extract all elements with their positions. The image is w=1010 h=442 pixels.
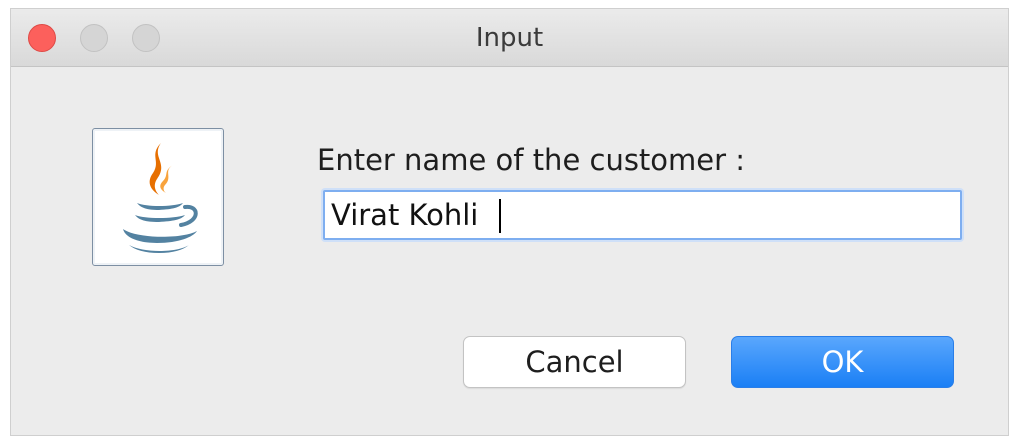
customer-name-input[interactable] [323,190,962,240]
java-coffee-cup-icon [92,128,224,266]
dialog-content: Enter name of the customer : Cancel OK [11,67,1008,435]
window-title: Input [475,23,544,53]
ok-button[interactable]: OK [731,336,954,388]
title-bar[interactable]: Input [11,9,1008,67]
cancel-button[interactable]: Cancel [463,336,686,388]
text-caret [499,199,501,233]
input-dialog-window: Input Enter name of the customer : Cance… [10,8,1009,436]
prompt-label: Enter name of the customer : [317,143,746,177]
